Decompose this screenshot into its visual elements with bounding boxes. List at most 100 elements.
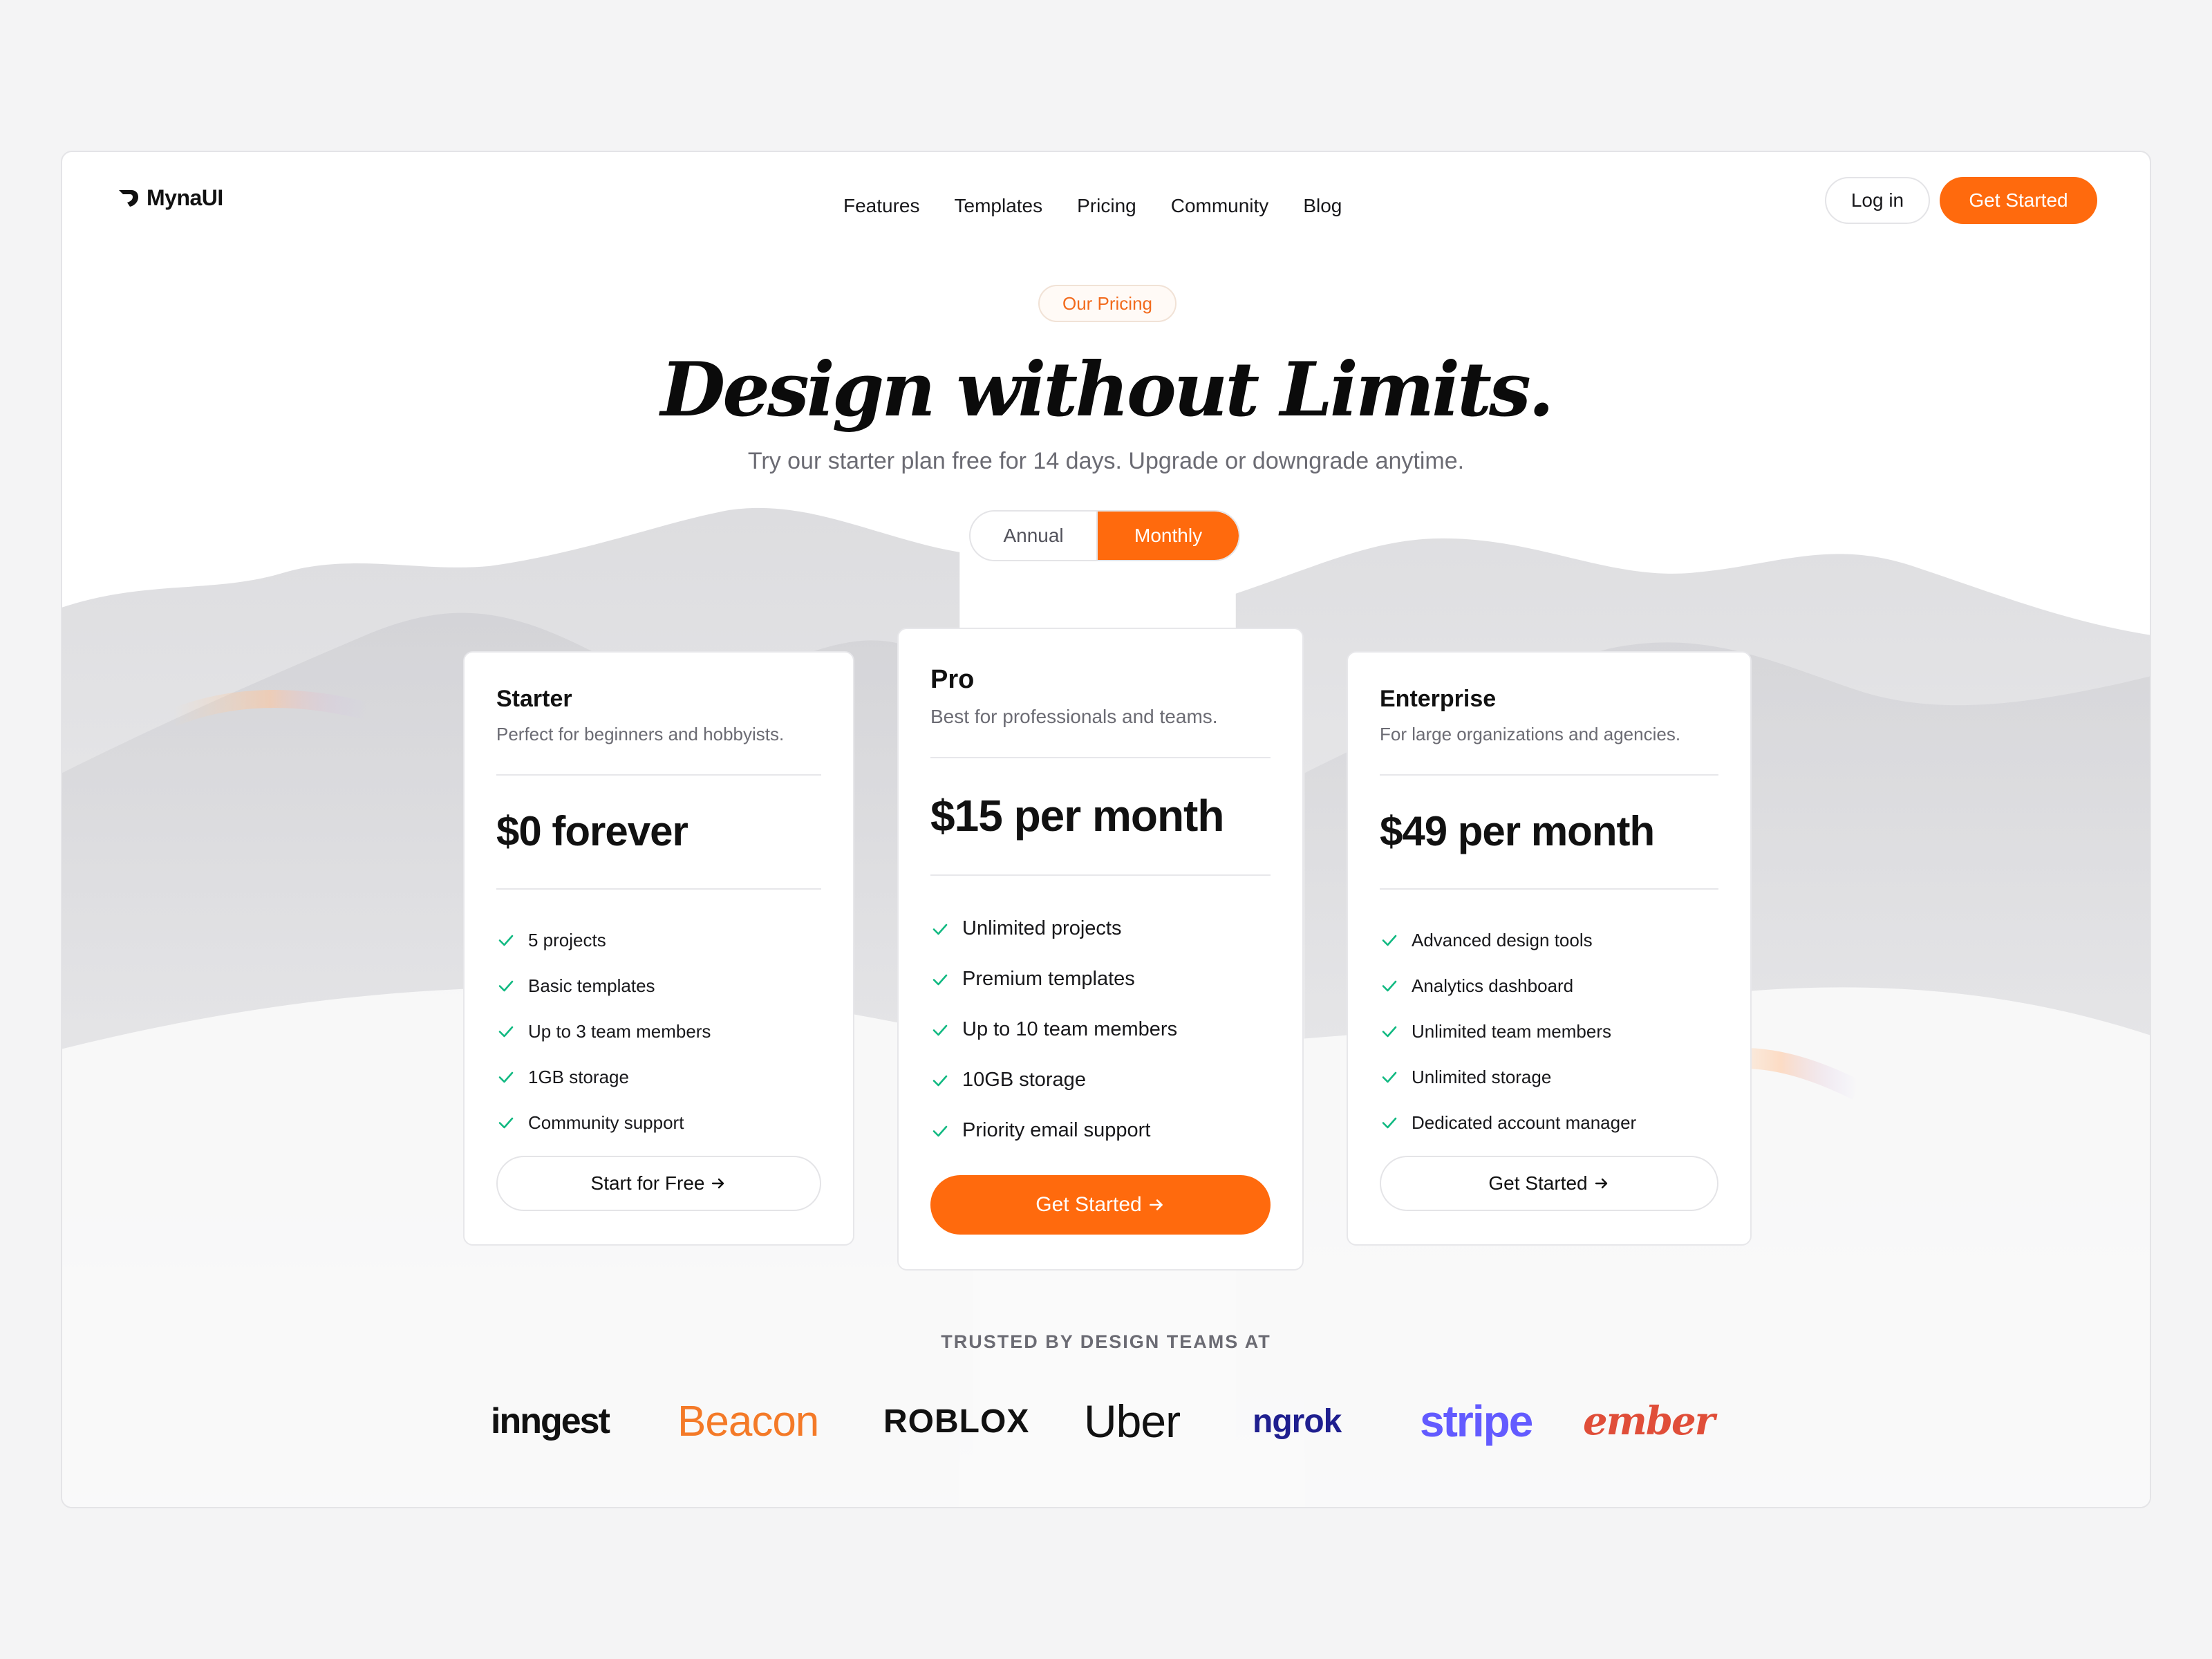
feature-label: Dedicated account manager xyxy=(1412,1112,1637,1133)
feature-label: 1GB storage xyxy=(528,1066,629,1087)
divider xyxy=(930,757,1271,758)
feature-label: Analytics dashboard xyxy=(1412,975,1574,996)
check-icon xyxy=(498,1026,514,1038)
check-icon xyxy=(932,1075,948,1086)
feature-label: Unlimited projects xyxy=(962,917,1122,939)
check-icon xyxy=(498,935,514,946)
nav-link-templates[interactable]: Templates xyxy=(955,195,1043,217)
nav-link-features[interactable]: Features xyxy=(843,195,920,217)
page-title: Design without Limits. xyxy=(660,346,1555,433)
feature-label: Unlimited storage xyxy=(1412,1066,1552,1087)
check-icon xyxy=(1382,1071,1397,1083)
arrow-right-icon xyxy=(712,1178,724,1189)
plan-description: Best for professionals and teams. xyxy=(930,706,1218,727)
feature-item: Basic templates xyxy=(496,963,821,1009)
divider xyxy=(1380,888,1718,890)
logo-roblox: ROBLOX xyxy=(883,1403,1030,1440)
button-label: Get Started xyxy=(1488,1172,1588,1194)
check-icon xyxy=(932,974,948,985)
nav-link-blog[interactable]: Blog xyxy=(1303,195,1342,217)
divider xyxy=(1380,774,1718,776)
billing-toggle-monthly[interactable]: Monthly xyxy=(1098,512,1239,560)
check-icon xyxy=(1382,935,1397,946)
button-label: Start for Free xyxy=(590,1172,705,1194)
feature-item: Analytics dashboard xyxy=(1380,963,1718,1009)
enterprise-get-started-button[interactable]: Get Started xyxy=(1380,1156,1718,1211)
start-for-free-button[interactable]: Start for Free xyxy=(496,1156,821,1211)
check-icon xyxy=(932,924,948,935)
feature-item: 5 projects xyxy=(496,917,821,963)
feature-label: Advanced design tools xyxy=(1412,929,1593,950)
check-icon xyxy=(932,1125,948,1136)
logo-ngrok: ngrok xyxy=(1253,1403,1342,1440)
feature-item: Up to 10 team members xyxy=(930,1004,1271,1055)
plan-price: $0 forever xyxy=(496,808,688,854)
feature-item: Unlimited team members xyxy=(1380,1009,1718,1054)
feature-item: Community support xyxy=(496,1100,821,1145)
feature-label: 5 projects xyxy=(528,929,606,950)
check-icon xyxy=(1382,980,1397,992)
check-icon xyxy=(1382,1026,1397,1038)
feature-item: Dedicated account manager xyxy=(1380,1100,1718,1145)
button-label: Get Started xyxy=(1035,1193,1142,1216)
feature-list: Unlimited projects Premium templates Up … xyxy=(930,903,1271,1156)
nav-link-community[interactable]: Community xyxy=(1171,195,1269,217)
logo-ember: ember xyxy=(1583,1398,1715,1444)
check-icon xyxy=(498,1117,514,1129)
feature-item: 10GB storage xyxy=(930,1055,1271,1105)
feature-label: Community support xyxy=(528,1112,684,1133)
feature-label: 10GB storage xyxy=(962,1069,1086,1091)
divider xyxy=(496,774,821,776)
feature-list: 5 projects Basic templates Up to 3 team … xyxy=(496,917,821,1145)
feature-label: Priority email support xyxy=(962,1119,1151,1141)
plan-name: Starter xyxy=(496,686,572,712)
divider xyxy=(930,874,1271,876)
feature-label: Unlimited team members xyxy=(1412,1020,1611,1042)
plan-description: For large organizations and agencies. xyxy=(1380,724,1681,744)
plan-name: Enterprise xyxy=(1380,686,1497,712)
check-icon xyxy=(498,980,514,992)
brand-logo[interactable]: MynaUI xyxy=(116,185,223,211)
page-subtitle: Try our starter plan free for 14 days. U… xyxy=(747,448,1465,474)
mynaui-logo-icon xyxy=(119,189,138,207)
plan-description: Perfect for beginners and hobbyists. xyxy=(496,724,785,744)
plan-price: $15 per month xyxy=(930,791,1224,841)
feature-item: Advanced design tools xyxy=(1380,917,1718,963)
check-icon xyxy=(1382,1117,1397,1129)
feature-label: Up to 10 team members xyxy=(962,1018,1178,1040)
billing-toggle-annual[interactable]: Annual xyxy=(971,512,1098,560)
nav-get-started-button[interactable]: Get Started xyxy=(1940,177,2097,224)
arrow-right-icon xyxy=(1595,1178,1607,1189)
nav-link-pricing[interactable]: Pricing xyxy=(1077,195,1136,217)
feature-label: Up to 3 team members xyxy=(528,1020,711,1042)
main-nav: Features Templates Pricing Community Blo… xyxy=(843,195,1342,217)
feature-label: Basic templates xyxy=(528,975,655,996)
pricing-eyebrow-badge: Our Pricing xyxy=(1038,285,1177,322)
feature-item: Unlimited projects xyxy=(930,903,1271,954)
logo-inngest: inngest xyxy=(491,1401,610,1441)
page-frame: MynaUI Features Templates Pricing Commun… xyxy=(61,151,2151,1508)
plan-price: $49 per month xyxy=(1380,808,1655,854)
check-icon xyxy=(498,1071,514,1083)
logo-stripe: stripe xyxy=(1420,1396,1533,1446)
check-icon xyxy=(932,1024,948,1035)
plan-card-pro: Pro Best for professionals and teams. $1… xyxy=(897,628,1304,1271)
feature-label: Premium templates xyxy=(962,968,1135,990)
pro-get-started-button[interactable]: Get Started xyxy=(930,1175,1271,1235)
customer-logos: inngest Beacon ROBLOX Uber ngrok stripe … xyxy=(491,1387,1790,1456)
divider xyxy=(496,888,821,890)
login-button[interactable]: Log in xyxy=(1825,177,1930,224)
brand-name: MynaUI xyxy=(147,185,223,210)
feature-item: Priority email support xyxy=(930,1105,1271,1156)
billing-toggle: Annual Monthly xyxy=(969,510,1240,561)
feature-item: 1GB storage xyxy=(496,1054,821,1100)
feature-list: Advanced design tools Analytics dashboar… xyxy=(1380,917,1718,1145)
feature-item: Up to 3 team members xyxy=(496,1009,821,1054)
plan-card-enterprise: Enterprise For large organizations and a… xyxy=(1347,651,1752,1246)
logo-beacon: Beacon xyxy=(677,1397,819,1445)
logo-uber: Uber xyxy=(1084,1396,1181,1447)
plan-name: Pro xyxy=(930,665,975,694)
arrow-right-icon xyxy=(1149,1199,1163,1210)
plan-card-starter: Starter Perfect for beginners and hobbyi… xyxy=(463,651,854,1246)
feature-item: Unlimited storage xyxy=(1380,1054,1718,1100)
